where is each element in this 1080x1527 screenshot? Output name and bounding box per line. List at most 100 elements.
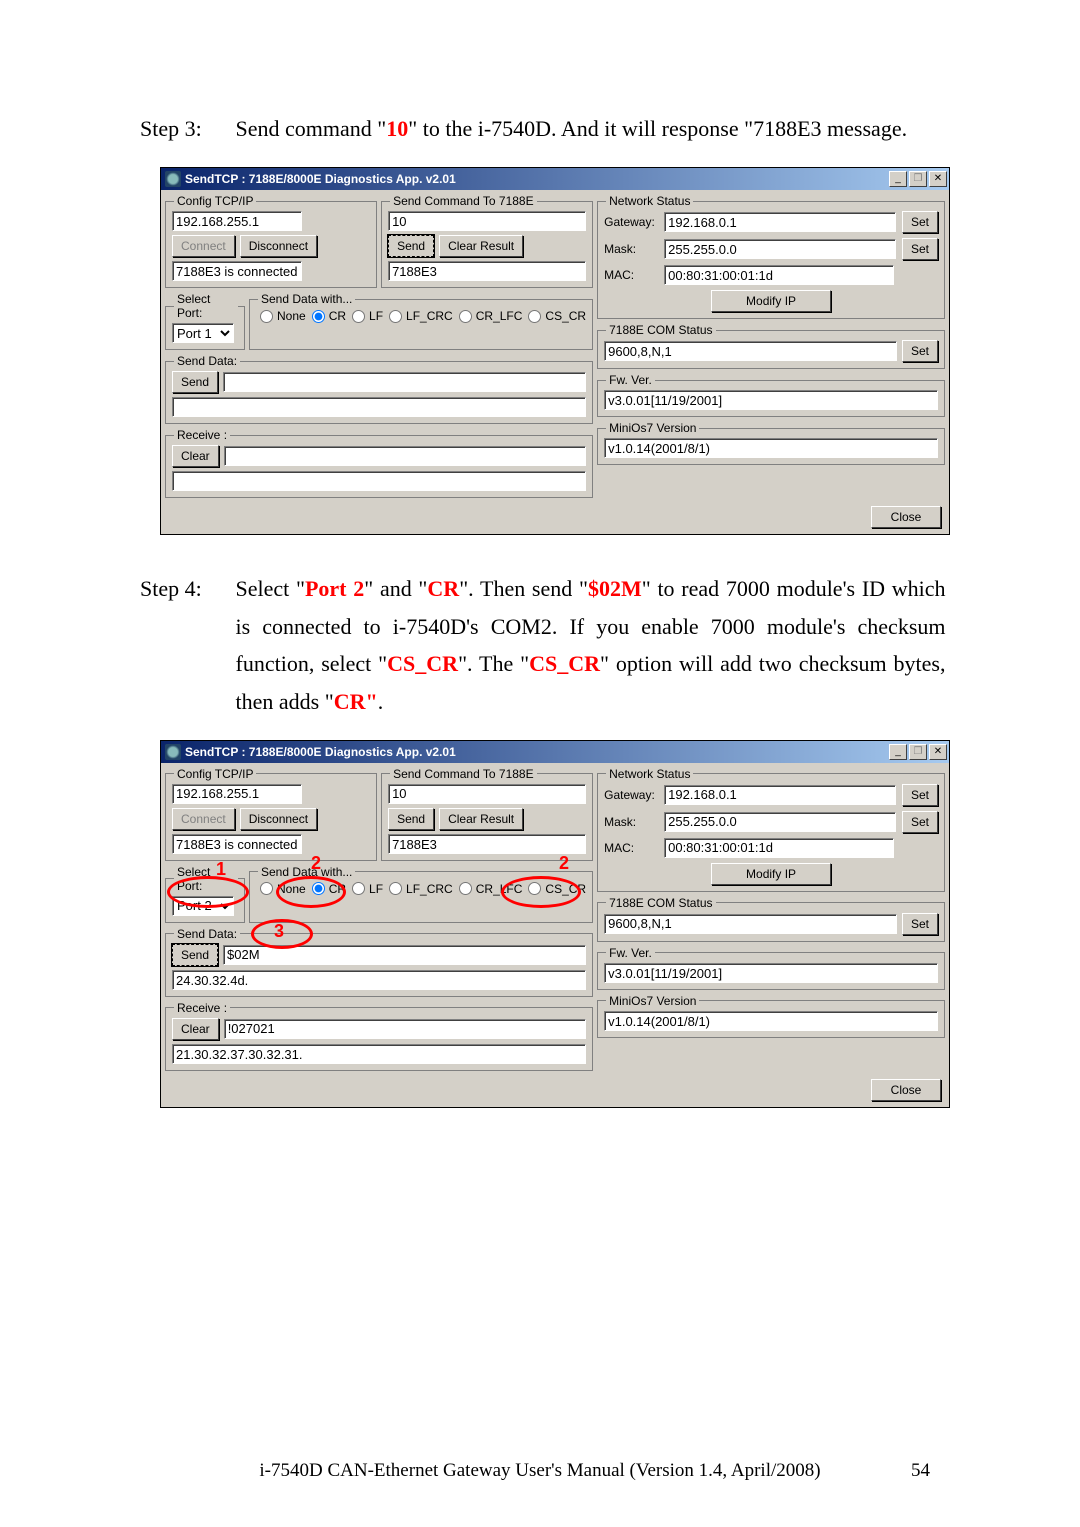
send-data-input[interactable] xyxy=(223,945,586,965)
minios-legend: MiniOs7 Version xyxy=(606,421,699,435)
receive-legend: Receive : xyxy=(174,428,230,442)
ip-input[interactable] xyxy=(172,211,302,231)
gateway-input[interactable] xyxy=(664,785,896,805)
com-status-legend: 7188E COM Status xyxy=(606,323,715,337)
send-data-button[interactable]: Send xyxy=(172,371,218,393)
radio-lfcrc[interactable] xyxy=(389,310,402,323)
step4-cscr2: CS_CR xyxy=(529,651,600,676)
radio-crlfc[interactable] xyxy=(459,882,472,895)
send-data-button[interactable]: Send xyxy=(172,944,218,966)
close-button[interactable]: ✕ xyxy=(929,744,947,760)
send-command-legend: Send Command To 7188E xyxy=(390,767,537,781)
step4-cr: CR xyxy=(427,576,459,601)
gateway-label: Gateway: xyxy=(604,788,664,802)
step3-text-post: " to the i-7540D. And it will response "… xyxy=(408,116,907,141)
gateway-set-button[interactable]: Set xyxy=(902,211,938,233)
step3-label: Step 3: xyxy=(140,110,230,147)
com-status-input[interactable] xyxy=(604,341,897,361)
disconnect-button[interactable]: Disconnect xyxy=(240,808,317,830)
step4-block: Step 4: Select "Port 2" and "CR". Then s… xyxy=(140,570,970,720)
modify-ip-button[interactable]: Modify IP xyxy=(711,290,831,312)
minios-value: v1.0.14(2001/8/1) xyxy=(604,438,938,458)
mac-input[interactable] xyxy=(664,838,894,858)
radio-lfcrc[interactable] xyxy=(389,882,402,895)
mask-set-button[interactable]: Set xyxy=(902,238,938,260)
sendtcp-window-1: SendTCP : 7188E/8000E Diagnostics App. v… xyxy=(160,167,950,535)
receive-clear-button[interactable]: Clear xyxy=(172,445,219,467)
window-title: SendTCP : 7188E/8000E Diagnostics App. v… xyxy=(185,172,887,186)
mask-set-button[interactable]: Set xyxy=(902,811,938,833)
command-result: 7188E3 xyxy=(388,261,586,281)
restore-button[interactable]: ❐ xyxy=(909,744,927,760)
config-tcpip-group: Config TCP/IP Connect Disconnect 7188E3 … xyxy=(165,767,377,861)
minios-group: MiniOs7 Version v1.0.14(2001/8/1) xyxy=(597,994,945,1038)
network-status-legend: Network Status xyxy=(606,767,693,781)
gateway-input[interactable] xyxy=(664,212,896,232)
close-app-button[interactable]: Close xyxy=(871,1079,941,1101)
command-result: 7188E3 xyxy=(388,834,586,854)
fw-ver-legend: Fw. Ver. xyxy=(606,946,655,960)
window-title: SendTCP : 7188E/8000E Diagnostics App. v… xyxy=(185,745,887,759)
send-data-group: Send Data: Send 24.30.32.4d. xyxy=(165,927,593,997)
step4-label: Step 4: xyxy=(140,570,230,607)
radio-none[interactable] xyxy=(260,310,273,323)
app-icon xyxy=(165,744,181,760)
radio-crlfc[interactable] xyxy=(459,310,472,323)
gateway-label: Gateway: xyxy=(604,215,664,229)
titlebar[interactable]: SendTCP : 7188E/8000E Diagnostics App. v… xyxy=(161,741,949,763)
radio-cscr[interactable] xyxy=(528,310,541,323)
receive-clear-button[interactable]: Clear xyxy=(172,1018,219,1040)
radio-lf[interactable] xyxy=(352,882,365,895)
close-button[interactable]: ✕ xyxy=(929,171,947,187)
radio-lf[interactable] xyxy=(352,310,365,323)
page-footer: i-7540D CAN-Ethernet Gateway User's Manu… xyxy=(0,1460,1080,1482)
com-status-set-button[interactable]: Set xyxy=(902,913,938,935)
send-data-input[interactable] xyxy=(223,372,586,392)
config-tcpip-legend: Config TCP/IP xyxy=(174,194,256,208)
mask-input[interactable] xyxy=(664,239,896,259)
footer-text: i-7540D CAN-Ethernet Gateway User's Manu… xyxy=(259,1460,820,1481)
minios-group: MiniOs7 Version v1.0.14(2001/8/1) xyxy=(597,421,945,465)
com-status-set-button[interactable]: Set xyxy=(902,340,938,362)
minimize-button[interactable]: _ xyxy=(889,744,907,760)
send-data-with-legend: Send Data with... xyxy=(258,865,355,879)
titlebar[interactable]: SendTCP : 7188E/8000E Diagnostics App. v… xyxy=(161,168,949,190)
connect-button[interactable]: Connect xyxy=(172,808,235,830)
modify-ip-button[interactable]: Modify IP xyxy=(711,863,831,885)
port-select[interactable]: Port 2 xyxy=(172,896,234,916)
send-command-button[interactable]: Send xyxy=(388,235,434,257)
mask-label: Mask: xyxy=(604,242,664,256)
restore-button[interactable]: ❐ xyxy=(909,171,927,187)
send-data-result xyxy=(172,397,586,417)
disconnect-button[interactable]: Disconnect xyxy=(240,235,317,257)
step4-cr2: CR" xyxy=(334,689,378,714)
minimize-button[interactable]: _ xyxy=(889,171,907,187)
page-number: 54 xyxy=(911,1460,930,1482)
radio-cscr[interactable] xyxy=(528,882,541,895)
radio-cr[interactable] xyxy=(312,310,325,323)
clear-result-button[interactable]: Clear Result xyxy=(439,808,523,830)
radio-none[interactable] xyxy=(260,882,273,895)
fw-ver-group: Fw. Ver. v3.0.01[11/19/2001] xyxy=(597,946,945,990)
mac-input[interactable] xyxy=(664,265,894,285)
radio-cr[interactable] xyxy=(312,882,325,895)
ip-input[interactable] xyxy=(172,784,302,804)
com-status-group: 7188E COM Status Set xyxy=(597,323,945,369)
app-icon xyxy=(165,171,181,187)
port-select[interactable]: Port 1 xyxy=(172,323,234,343)
gateway-set-button[interactable]: Set xyxy=(902,784,938,806)
connect-button[interactable]: Connect xyxy=(172,235,235,257)
close-app-button[interactable]: Close xyxy=(871,506,941,528)
receive-input[interactable] xyxy=(224,1019,586,1039)
fw-ver-value: v3.0.01[11/19/2001] xyxy=(604,390,938,410)
com-status-input[interactable] xyxy=(604,914,897,934)
step4-02m: $02M xyxy=(588,576,642,601)
clear-result-button[interactable]: Clear Result xyxy=(439,235,523,257)
command-input[interactable] xyxy=(388,211,586,231)
receive-input[interactable] xyxy=(224,446,586,466)
step4-cscr: CS_CR xyxy=(387,651,458,676)
com-status-legend: 7188E COM Status xyxy=(606,896,715,910)
command-input[interactable] xyxy=(388,784,586,804)
send-command-button[interactable]: Send xyxy=(388,808,434,830)
mask-input[interactable] xyxy=(664,812,896,832)
